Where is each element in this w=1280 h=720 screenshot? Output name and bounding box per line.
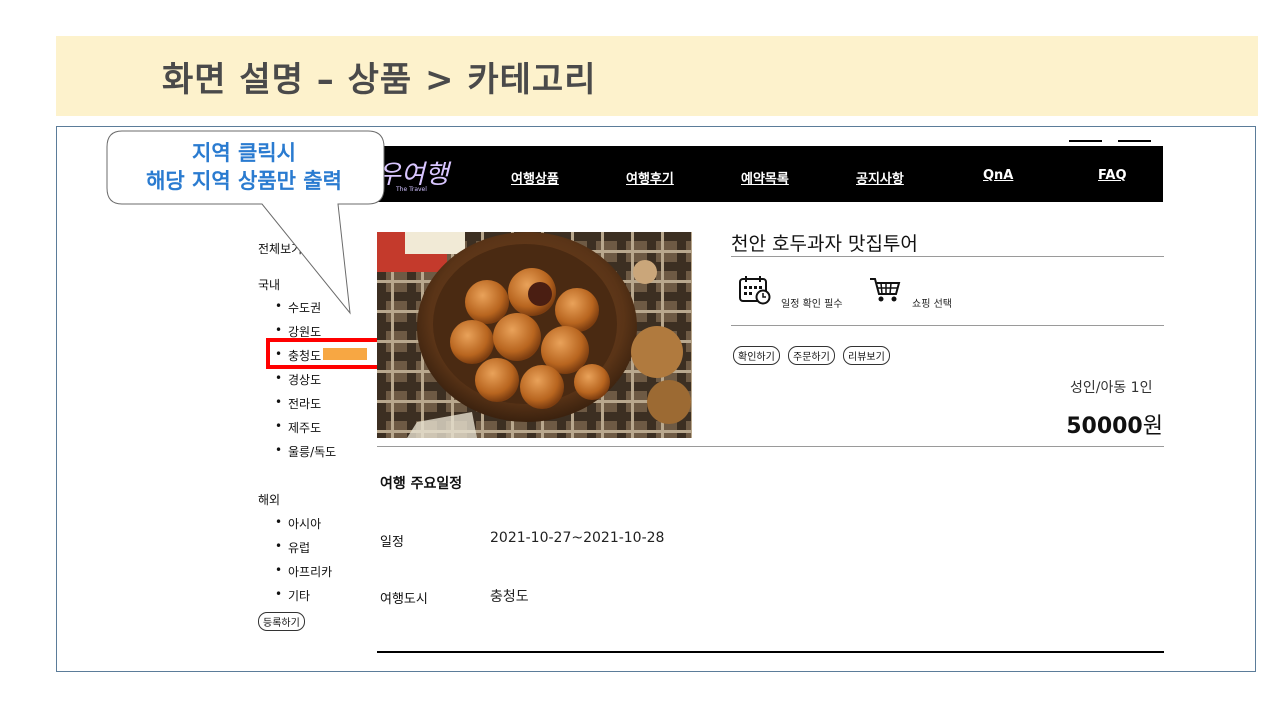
date-value: 2021-10-27~2021-10-28 bbox=[490, 530, 665, 546]
order-button[interactable]: 주문하기 bbox=[788, 346, 835, 365]
sidebar-item-jeju[interactable]: 제주도 bbox=[275, 419, 321, 436]
cart-icon bbox=[869, 277, 901, 307]
sidebar-item-ulleung[interactable]: 울릉/독도 bbox=[275, 443, 336, 460]
review-button[interactable]: 리뷰보기 bbox=[843, 346, 890, 365]
selection-box bbox=[266, 338, 384, 369]
callout-line-2: 해당 지역 상품만 출력 bbox=[146, 169, 342, 193]
product-title: 천안 호두과자 맛집투어 bbox=[731, 233, 918, 255]
sidebar-item-africa[interactable]: 아프리카 bbox=[275, 563, 332, 580]
top-divider bbox=[1118, 140, 1151, 142]
date-label: 일정 bbox=[380, 535, 404, 550]
divider bbox=[731, 325, 1164, 326]
nav-item-notices[interactable]: 공지사항 bbox=[856, 168, 904, 187]
divider bbox=[731, 256, 1164, 257]
price-unit: 원 bbox=[1142, 414, 1163, 439]
register-button[interactable]: 등록하기 bbox=[258, 612, 305, 631]
sidebar-item-other[interactable]: 기타 bbox=[275, 587, 310, 604]
nav-item-qna[interactable]: QnA bbox=[983, 168, 1013, 183]
shopping-note: 쇼핑 선택 bbox=[912, 299, 952, 310]
calendar-icon bbox=[738, 275, 772, 309]
confirm-button[interactable]: 확인하기 bbox=[733, 346, 780, 365]
city-label: 여행도시 bbox=[380, 592, 428, 607]
top-divider bbox=[1069, 140, 1102, 142]
nav-item-reviews[interactable]: 여행후기 bbox=[626, 168, 674, 187]
sidebar-item-jeolla[interactable]: 전라도 bbox=[275, 395, 321, 412]
callout-line-1: 지역 클릭시 bbox=[192, 141, 296, 165]
sidebar-item-europe[interactable]: 유럽 bbox=[275, 539, 310, 556]
price: 50000원 bbox=[1066, 408, 1163, 440]
sidebar-item-gyeongsang[interactable]: 경상도 bbox=[275, 371, 321, 388]
site-logo-subtitle: The Travel bbox=[396, 186, 427, 193]
itinerary-title: 여행 주요일정 bbox=[380, 476, 463, 492]
price-number: 50000 bbox=[1066, 414, 1143, 439]
bottom-divider bbox=[377, 651, 1164, 653]
sidebar-item-asia[interactable]: 아시아 bbox=[275, 515, 321, 532]
nav-item-reservations[interactable]: 예약목록 bbox=[741, 168, 789, 187]
nav-item-faq[interactable]: FAQ bbox=[1098, 168, 1127, 183]
nav-item-products[interactable]: 여행상품 bbox=[511, 168, 559, 187]
schedule-note: 일정 확인 필수 bbox=[781, 299, 843, 310]
divider bbox=[377, 446, 1164, 447]
product-image bbox=[377, 232, 692, 438]
city-value: 충청도 bbox=[490, 589, 529, 605]
sidebar-overseas-heading: 해외 bbox=[258, 493, 281, 507]
price-label: 성인/아동 1인 bbox=[1070, 380, 1153, 396]
